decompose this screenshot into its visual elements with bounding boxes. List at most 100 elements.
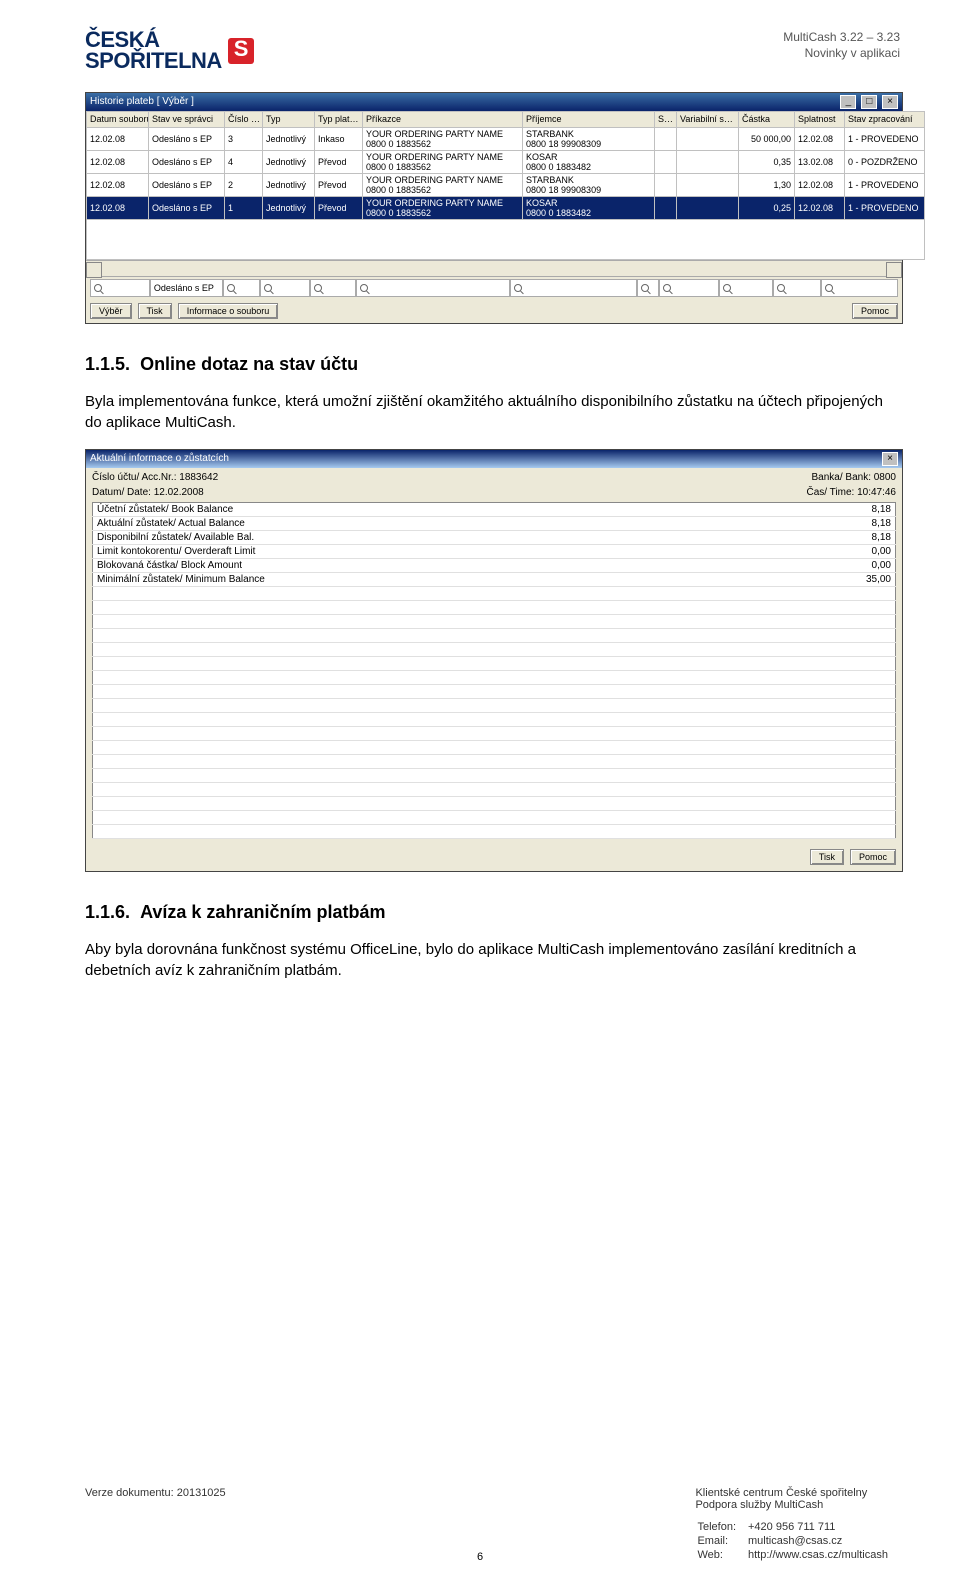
- pomoc-button[interactable]: Pomoc: [850, 849, 896, 865]
- table-row[interactable]: 12.02.08Odesláno s EP4JednotlivýPřevodYO…: [87, 150, 925, 173]
- screenshot-payment-history: Historie plateb [ Výběr ] _ □ × Datum so…: [85, 92, 903, 324]
- cell: 2: [225, 173, 263, 196]
- tisk-button[interactable]: Tisk: [810, 849, 844, 865]
- filter-cell[interactable]: [90, 279, 150, 297]
- balance-label: Účetní zůstatek/ Book Balance: [93, 502, 768, 516]
- filter-cell[interactable]: [260, 279, 310, 297]
- logo: ČESKÁ SPOŘITELNA: [85, 30, 254, 72]
- table-row[interactable]: 12.02.08Odesláno s EP2JednotlivýPřevodYO…: [87, 173, 925, 196]
- tisk-button[interactable]: Tisk: [138, 303, 172, 319]
- filter-cell[interactable]: [310, 279, 356, 297]
- cell: Převod: [315, 150, 363, 173]
- blank-row: [93, 698, 896, 712]
- vyber-button[interactable]: Výběr: [90, 303, 132, 319]
- grid-empty-area: [87, 219, 925, 259]
- filter-cell[interactable]: [510, 279, 637, 297]
- doc-version: Verze dokumentu: 20131025: [85, 1487, 226, 1563]
- table-row[interactable]: 12.02.08Odesláno s EP3JednotlivýInkasoYO…: [87, 127, 925, 150]
- search-icon: [723, 284, 731, 292]
- cell: Odesláno s EP: [149, 127, 225, 150]
- blank-row: [93, 642, 896, 656]
- balance-label: Disponibilní zůstatek/ Available Bal.: [93, 530, 768, 544]
- window-title: Aktuální informace o zůstatcích: [90, 453, 229, 464]
- cell: KOSAR0800 0 1883482: [523, 196, 655, 219]
- col-typplat[interactable]: Typ plat…: [315, 111, 363, 127]
- search-icon: [227, 284, 235, 292]
- filter-cell[interactable]: [637, 279, 658, 297]
- col-s[interactable]: S…: [655, 111, 677, 127]
- cell: 1,30: [739, 173, 795, 196]
- blank-row: [93, 740, 896, 754]
- col-stav[interactable]: Stav ve správci: [149, 111, 225, 127]
- cell: 1 - PROVEDENO: [845, 127, 925, 150]
- filter-cell[interactable]: [356, 279, 510, 297]
- section-body-115: Byla implementována funkce, která umožní…: [85, 391, 900, 433]
- blank-row: [93, 782, 896, 796]
- blank-row: [93, 796, 896, 810]
- balance-label: Minimální zůstatek/ Minimum Balance: [93, 572, 768, 586]
- page-header: ČESKÁ SPOŘITELNA MultiCash 3.22 – 3.23 N…: [85, 30, 900, 72]
- search-icon: [514, 284, 522, 292]
- window-buttons: _ □ ×: [838, 95, 898, 109]
- blank-row: [93, 586, 896, 600]
- col-prikazce[interactable]: Příkazce: [363, 111, 523, 127]
- footer-r1: Klientské centrum České spořitelny: [695, 1487, 900, 1499]
- close-icon[interactable]: ×: [882, 452, 898, 466]
- filter-cell-stav[interactable]: Odesláno s EP: [150, 279, 223, 297]
- info-button[interactable]: Informace o souboru: [178, 303, 279, 319]
- balance-label: Limit kontokorentu/ Overderaft Limit: [93, 544, 768, 558]
- col-castka[interactable]: Částka: [739, 111, 795, 127]
- cell: 1: [225, 196, 263, 219]
- cell: Jednotlivý: [263, 196, 315, 219]
- cell: Převod: [315, 196, 363, 219]
- close-icon[interactable]: ×: [882, 95, 898, 109]
- cell: 12.02.08: [795, 173, 845, 196]
- blank-row: [93, 600, 896, 614]
- col-cislo[interactable]: Číslo …: [225, 111, 263, 127]
- contact-table: Telefon:+420 956 711 711 Email:multicash…: [695, 1519, 900, 1563]
- col-typ[interactable]: Typ: [263, 111, 315, 127]
- filter-cell[interactable]: [773, 279, 821, 297]
- col-prijemce[interactable]: Příjemce: [523, 111, 655, 127]
- filter-cell[interactable]: [659, 279, 719, 297]
- page-number: 6: [477, 1551, 483, 1563]
- balance-label: Aktuální zůstatek/ Actual Balance: [93, 516, 768, 530]
- blank-row: [93, 712, 896, 726]
- cell: Jednotlivý: [263, 173, 315, 196]
- table-row[interactable]: 12.02.08Odesláno s EP1JednotlivýPřevodYO…: [87, 196, 925, 219]
- cell: 0,35: [739, 150, 795, 173]
- cell: [655, 150, 677, 173]
- maximize-icon[interactable]: □: [861, 95, 877, 109]
- blank-row: [93, 726, 896, 740]
- pomoc-button[interactable]: Pomoc: [852, 303, 898, 319]
- blank-row: [93, 670, 896, 684]
- cell: 12.02.08: [87, 150, 149, 173]
- dialog-footer: Tisk Pomoc: [86, 843, 902, 871]
- filter-cell[interactable]: [719, 279, 773, 297]
- blank-row: [93, 656, 896, 670]
- doc-title-block: MultiCash 3.22 – 3.23 Novinky v aplikaci: [783, 30, 900, 61]
- filter-cell[interactable]: [223, 279, 260, 297]
- search-icon: [663, 284, 671, 292]
- cell: 1 - PROVEDENO: [845, 196, 925, 219]
- cell: 0 - POZDRŽENO: [845, 150, 925, 173]
- filter-cell[interactable]: [821, 279, 898, 297]
- cell: 3: [225, 127, 263, 150]
- search-icon: [94, 284, 102, 292]
- minimize-icon[interactable]: _: [840, 95, 856, 109]
- blank-row: [93, 810, 896, 824]
- horizontal-scrollbar[interactable]: [86, 260, 902, 276]
- balance-row: Aktuální zůstatek/ Actual Balance8,18: [93, 516, 896, 530]
- account-number: Číslo účtu/ Acc.Nr.: 1883642: [92, 472, 218, 483]
- col-datum[interactable]: Datum souboru: [87, 111, 149, 127]
- section-body-116: Aby byla dorovnána funkčnost systému Off…: [85, 939, 900, 981]
- col-vs[interactable]: Variabilní s…: [677, 111, 739, 127]
- grid-header-row: Datum souboru Stav ve správci Číslo … Ty…: [87, 111, 925, 127]
- search-icon: [314, 284, 322, 292]
- col-splatnost[interactable]: Splatnost: [795, 111, 845, 127]
- cell: 12.02.08: [87, 173, 149, 196]
- cell: 12.02.08: [795, 127, 845, 150]
- cell: 13.02.08: [795, 150, 845, 173]
- logo-s-icon: [228, 38, 254, 64]
- col-stavzpr[interactable]: Stav zpracování: [845, 111, 925, 127]
